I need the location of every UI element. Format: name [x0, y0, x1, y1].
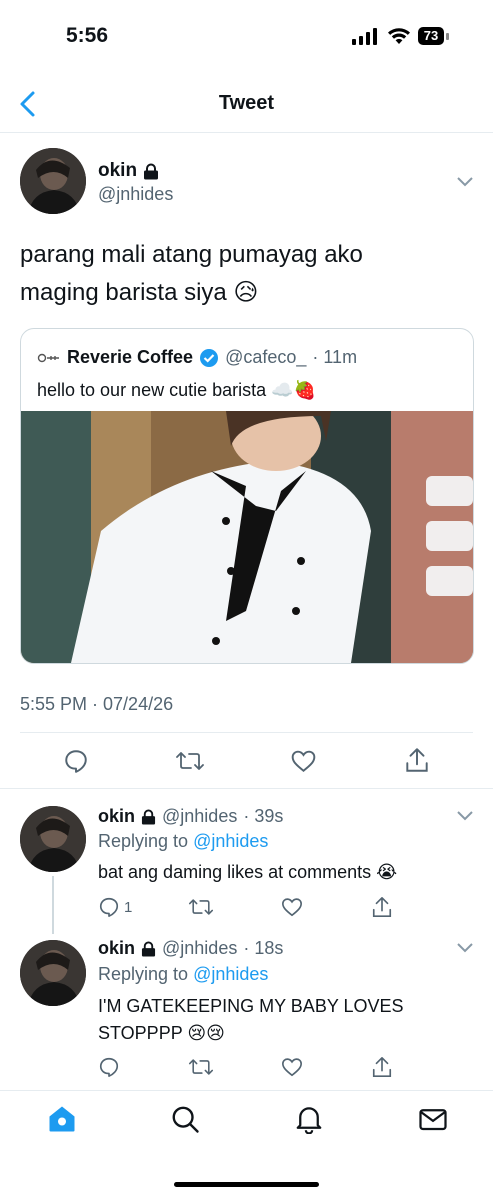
reply-age: · 18s [243, 938, 284, 958]
meta-divider [20, 732, 473, 733]
replying-to-prefix: Replying to [98, 964, 189, 984]
share-icon[interactable] [371, 1055, 393, 1079]
chevron-down-icon[interactable] [456, 942, 474, 954]
author-handle[interactable]: @jnhides [98, 184, 173, 205]
quote-tweet-card[interactable]: Reverie Coffee @cafeco_ · 11m hello to o… [20, 328, 474, 664]
quote-photo[interactable] [21, 411, 473, 663]
avatar[interactable] [20, 940, 86, 1006]
reply-icon[interactable] [98, 1056, 120, 1078]
quote-text: hello to our new cutie barista ☁️🍓 [37, 380, 316, 400]
verified-badge-icon [200, 348, 219, 367]
tweet-text-line: maging barista siya 😥 [20, 279, 259, 306]
replying-to: Replying to @jnhides [98, 964, 268, 985]
reply-text-line: I'M GATEKEEPING MY BABY LOVES [98, 996, 404, 1016]
tweet-timestamp[interactable]: 5:55 PM · 07/24/26 [20, 694, 173, 715]
reply-age: · 39s [243, 806, 284, 826]
home-indicator [174, 1182, 319, 1187]
retweet-icon[interactable] [188, 1056, 214, 1078]
avatar[interactable] [20, 148, 86, 214]
retweet-icon[interactable] [175, 748, 205, 774]
retweet-icon[interactable] [188, 896, 214, 918]
replying-to-link[interactable]: @jnhides [193, 964, 268, 984]
status-time: 5:56 [66, 24, 109, 47]
quote-author-name: Reverie Coffee [67, 347, 194, 367]
chevron-down-icon[interactable] [456, 810, 474, 822]
author-name[interactable]: okin [98, 160, 159, 182]
reply-icon [99, 897, 119, 917]
reply-header: okin @jnhides · 18s [98, 938, 283, 959]
reply-icon[interactable] [63, 748, 89, 774]
reply-action-bar: 1 [98, 896, 478, 922]
battery-indicator: 73 [418, 27, 444, 45]
reply-count: 1 [124, 898, 133, 916]
quote-avatar-icon [37, 350, 61, 365]
share-icon[interactable] [371, 895, 393, 919]
reply-action-bar [98, 1056, 478, 1082]
bottom-tab-bar [0, 1090, 493, 1150]
reply-author-name[interactable]: okin [98, 938, 135, 959]
reply-text: bat ang daming likes at comments 😭 [98, 862, 398, 882]
heart-icon[interactable] [281, 1056, 303, 1078]
signal-icon [352, 28, 377, 45]
tweet-text-line: parang mali atang pumayag ako [20, 241, 363, 268]
reply-text-line: STOPPPP 😢😢 [98, 1023, 225, 1043]
actions-divider [0, 788, 493, 789]
page-title: Tweet [218, 92, 275, 114]
battery-cap [446, 33, 449, 40]
quote-header: Reverie Coffee @cafeco_ · 11m [37, 347, 357, 368]
mail-icon[interactable] [418, 1104, 448, 1134]
search-icon[interactable] [170, 1104, 200, 1134]
chevron-down-icon[interactable] [456, 176, 474, 188]
bell-icon[interactable] [294, 1104, 324, 1134]
reply-author-name[interactable]: okin [98, 806, 135, 827]
reply-button[interactable]: 1 [98, 896, 132, 918]
heart-icon[interactable] [290, 748, 317, 774]
wifi-icon [388, 28, 410, 44]
lock-icon [141, 809, 156, 824]
reply-text: I'M GATEKEEPING MY BABY LOVES STOPPPP 😢😢 [98, 993, 404, 1047]
author-name-text: okin [98, 160, 138, 181]
lock-icon [144, 163, 159, 179]
reply-author-handle[interactable]: @jnhides [162, 806, 237, 827]
home-icon[interactable] [47, 1104, 77, 1134]
replying-to-prefix: Replying to [98, 831, 189, 851]
lock-icon [141, 941, 156, 956]
share-icon[interactable] [404, 746, 430, 774]
quote-age: · 11m [312, 347, 358, 367]
thread-line [52, 876, 54, 934]
avatar[interactable] [20, 806, 86, 872]
replying-to: Replying to @jnhides [98, 831, 268, 852]
reply-author-handle[interactable]: @jnhides [162, 938, 237, 959]
tweet-text: parang mali atang pumayag ako maging bar… [20, 236, 460, 312]
heart-icon[interactable] [281, 896, 303, 918]
reply-header: okin @jnhides · 39s [98, 806, 283, 827]
tweet-action-bar [0, 740, 493, 786]
header-divider [0, 132, 493, 133]
quote-author-handle: @cafeco_ [225, 347, 307, 367]
replying-to-link[interactable]: @jnhides [193, 831, 268, 851]
